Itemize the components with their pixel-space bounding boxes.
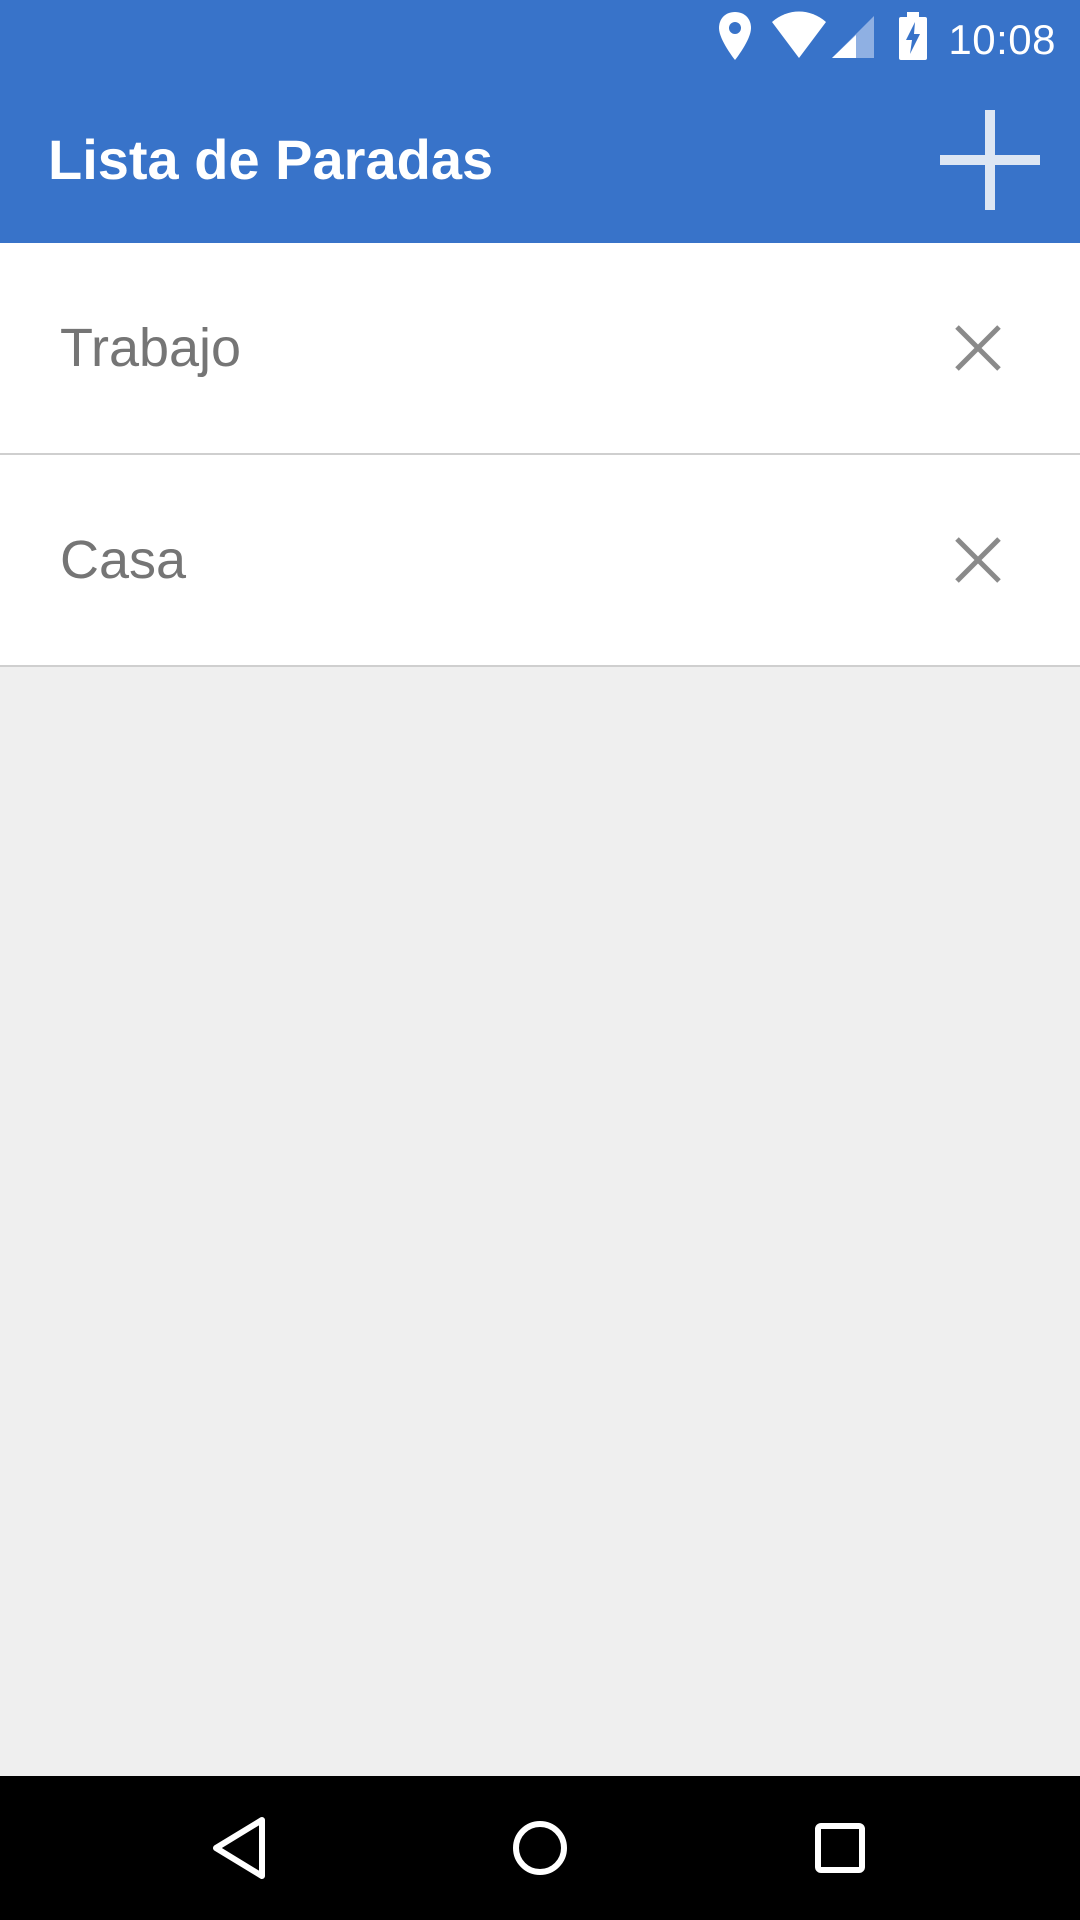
remove-stop-button[interactable] [928,510,1028,610]
stop-label: Trabajo [60,318,242,378]
list-item[interactable]: Trabajo [0,243,1080,455]
app-header: 10:08 Lista de Paradas [0,0,1080,243]
add-stop-button[interactable] [930,100,1050,220]
plus-icon [940,110,1040,210]
back-icon [213,1817,265,1879]
navigation-bar [0,1776,1080,1920]
close-icon [955,537,1001,583]
status-time: 10:08 [948,16,1056,63]
page-title: Lista de Paradas [48,128,494,191]
remove-stop-button[interactable] [928,298,1028,398]
screen: 10:08 Lista de Paradas Trabajo Casa [0,0,1080,1920]
close-icon [955,325,1001,371]
recents-icon [815,1823,865,1873]
list-item[interactable]: Casa [0,455,1080,667]
recents-button[interactable] [790,1798,890,1898]
stops-list: Trabajo Casa [0,243,1080,667]
cell-signal-icon [832,16,874,58]
home-button[interactable] [490,1798,590,1898]
location-icon [719,12,751,60]
back-button[interactable] [190,1798,290,1898]
status-bar: 10:08 [0,0,1080,78]
wifi-icon [772,11,826,58]
battery-charging-icon [899,12,927,60]
home-icon [513,1821,567,1875]
stop-label: Casa [60,530,187,590]
